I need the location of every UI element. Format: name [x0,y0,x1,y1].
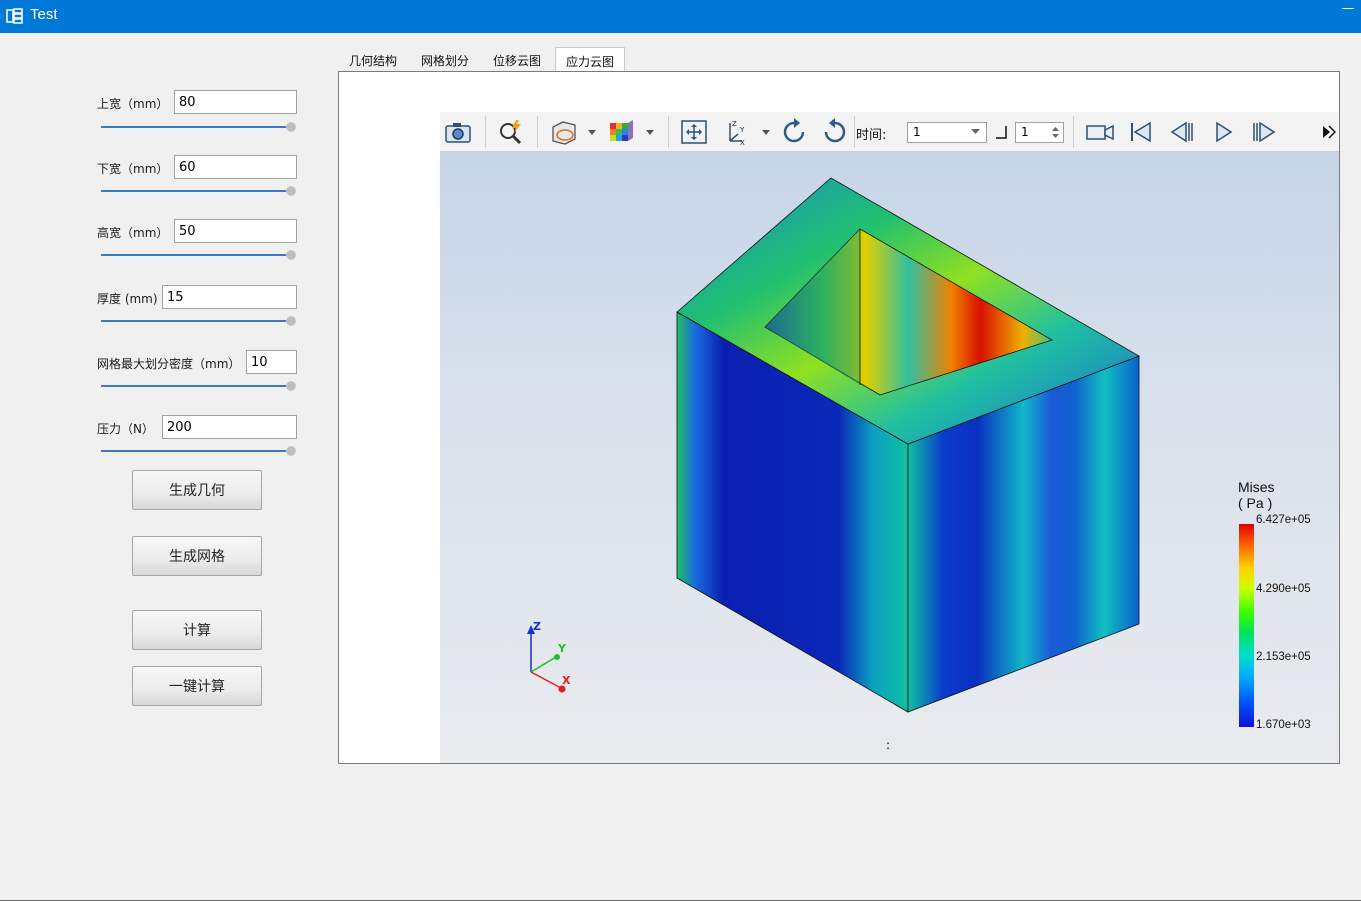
top-width-slider[interactable] [101,126,289,128]
bottom-width-input[interactable] [174,155,297,179]
legend-title-quantity: Mises [1238,479,1275,495]
pressure-slider-handle[interactable] [286,446,296,456]
colormap-icon[interactable] [606,117,656,147]
axis-y-label: Y [557,642,567,655]
top-width-slider-handle[interactable] [286,122,296,132]
legend-tick-max: 6.427e+05 [1256,514,1311,526]
previous-frame-icon[interactable] [1167,117,1197,147]
viewer-toolbar: ZYX 时间: 1 1 [440,112,1339,152]
tab-stress[interactable]: 应力云图 [555,47,625,71]
bottom-width-slider[interactable] [101,190,289,192]
legend-colorbar [1239,524,1254,727]
axis-z-label: Z [533,620,541,633]
step-spinbox-value: 1 [1021,125,1029,139]
axes-triad-icon: Z Y X [527,620,571,693]
time-select-value: 1 [913,125,921,139]
bottom-width-slider-handle[interactable] [286,186,296,196]
mesh-density-slider[interactable] [101,385,289,387]
record-camera-icon[interactable] [1085,117,1115,147]
rotate-counterclockwise-icon[interactable] [820,117,850,147]
param-label-mesh-density: 网格最大划分密度（mm） [97,357,241,371]
height-slider-handle[interactable] [286,250,296,260]
title-bar: Test [0,0,1361,33]
height-slider[interactable] [101,254,289,256]
legend-title: Mises ( Pa ) [1238,479,1275,511]
axis-x-label: X [562,674,571,687]
window-title: Test [30,6,58,23]
status-text: : [886,738,891,752]
first-frame-icon[interactable] [1126,117,1156,147]
legend-title-unit: ( Pa ) [1238,495,1273,511]
fit-view-icon[interactable] [679,117,709,147]
tab-displacement[interactable]: 位移云图 [486,47,548,71]
toolbar-separator [854,116,855,148]
chevron-down-icon [971,129,980,134]
time-select[interactable]: 1 [907,122,987,143]
one-click-compute-button[interactable]: 一键计算 [132,666,262,706]
spin-arrows-icon[interactable] [1052,126,1059,139]
rotate-clockwise-icon[interactable] [779,117,809,147]
param-label-pressure: 压力（N） [97,422,154,436]
camera-snapshot-icon[interactable] [443,117,473,147]
compute-button[interactable]: 计算 [132,610,262,650]
pressure-input[interactable] [162,415,297,439]
pressure-slider[interactable] [101,450,289,452]
render-viewport[interactable]: Z Y X [440,152,1339,763]
legend-tick: 4.290e+05 [1256,583,1311,595]
top-width-input[interactable] [174,90,297,114]
thickness-slider[interactable] [101,320,289,322]
generate-mesh-button[interactable]: 生成网格 [132,536,262,576]
minimize-button[interactable] [1342,8,1354,9]
tab-mesh[interactable]: 网格划分 [414,47,476,71]
toolbar-overflow-icon[interactable] [1320,117,1336,147]
toolbar-separator [537,116,538,148]
toolbar-separator [485,116,486,148]
thickness-input[interactable] [162,285,297,309]
toolbar-separator [668,116,669,148]
axes-view-icon[interactable]: ZYX [722,117,772,147]
step-icon [996,126,1007,139]
thickness-slider-handle[interactable] [286,316,296,326]
legend-tick-min: 1.670e+03 [1256,719,1311,731]
height-input[interactable] [174,219,297,243]
time-label: 时间: [856,128,887,143]
mesh-density-input[interactable] [246,350,297,374]
legend-tick: 2.153e+05 [1256,651,1311,663]
generate-geometry-button[interactable]: 生成几何 [132,470,262,510]
next-frame-icon[interactable] [1249,117,1279,147]
zoom-icon[interactable] [496,117,526,147]
param-label-height: 高宽（mm） [97,226,169,240]
toolbar-separator [1073,116,1074,148]
render-mode-icon[interactable] [548,117,598,147]
step-spinbox[interactable]: 1 [1015,122,1064,143]
app-icon [6,8,23,24]
svg-text:Y: Y [739,126,745,134]
play-icon[interactable] [1208,117,1238,147]
svg-text:Z: Z [732,120,737,128]
mesh-density-slider-handle[interactable] [286,381,296,391]
param-label-top-width: 上宽（mm） [97,97,169,111]
param-label-bottom-width: 下宽（mm） [97,162,169,176]
tab-geometry[interactable]: 几何结构 [342,47,404,71]
svg-text:X: X [740,139,745,147]
param-label-thickness: 厚度 (mm) [97,292,158,306]
